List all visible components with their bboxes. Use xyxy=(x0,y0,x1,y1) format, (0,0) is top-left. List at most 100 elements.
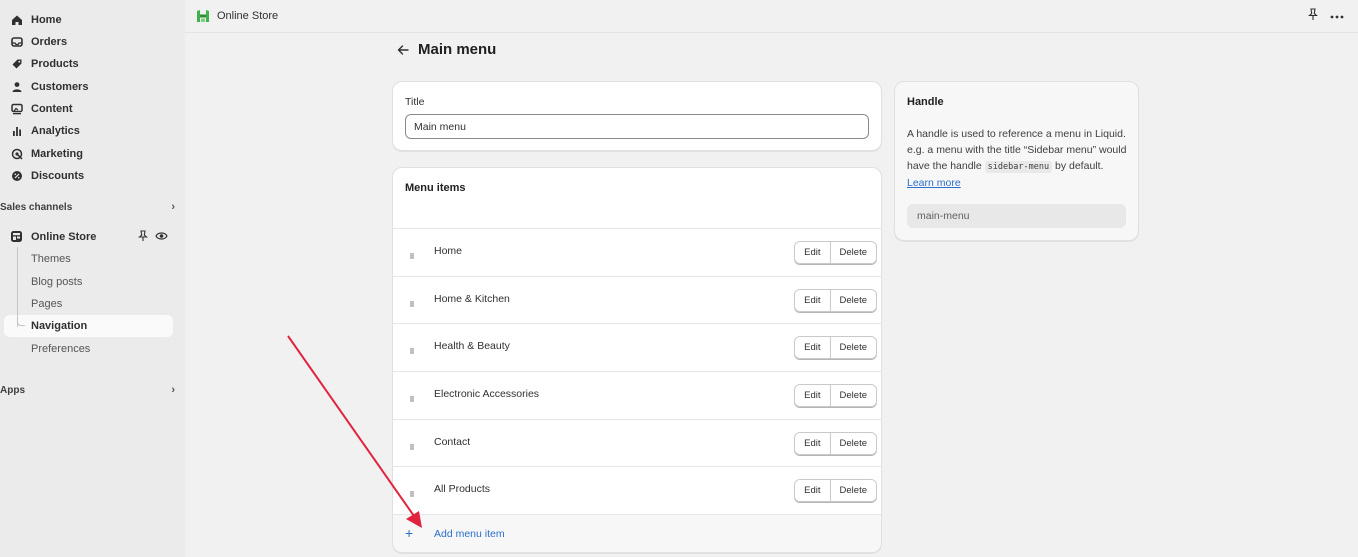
delete-button[interactable]: Delete xyxy=(830,290,876,311)
edit-button[interactable]: Edit xyxy=(795,337,831,358)
nav-preferences[interactable]: Preferences xyxy=(0,338,90,359)
topbar-actions xyxy=(1308,8,1344,24)
nav-home[interactable]: Home xyxy=(0,9,62,30)
nav-products[interactable]: Products xyxy=(0,53,79,74)
chevron-right-icon: › xyxy=(171,201,175,213)
delete-button[interactable]: Delete xyxy=(830,385,876,406)
add-menu-item-label: Add menu item xyxy=(434,528,505,540)
menu-item-row[interactable]: Health & Beauty Edit Delete xyxy=(393,323,881,371)
delete-button[interactable]: Delete xyxy=(830,480,876,501)
drag-handle-icon[interactable] xyxy=(410,488,414,497)
menu-item-row[interactable]: Contact Edit Delete xyxy=(393,419,881,467)
nav-online-store[interactable]: Online Store xyxy=(0,226,175,247)
pin-icon[interactable] xyxy=(1308,8,1318,24)
nav-themes[interactable]: Themes xyxy=(0,248,71,269)
handle-code-sample: sidebar-menu xyxy=(984,161,1053,173)
menu-item-label: Contact xyxy=(434,436,471,448)
nav-blog-posts[interactable]: Blog posts xyxy=(0,271,82,292)
drag-handle-icon[interactable] xyxy=(410,393,414,402)
sales-channels-header[interactable]: Sales channels › xyxy=(0,201,175,213)
sales-channels-label: Sales channels xyxy=(0,201,73,213)
title-card: Title xyxy=(392,81,882,151)
nav-customers[interactable]: Customers xyxy=(0,76,88,97)
menu-item-row[interactable]: Home & Kitchen Edit Delete xyxy=(393,276,881,324)
menu-item-row[interactable]: Electronic Accessories Edit Delete xyxy=(393,371,881,419)
nav-label: Home xyxy=(31,13,62,26)
nav-orders[interactable]: Orders xyxy=(0,31,67,52)
handle-description: A handle is used to reference a menu in … xyxy=(907,126,1129,191)
edit-button[interactable]: Edit xyxy=(795,480,831,501)
row-actions: Edit Delete xyxy=(794,289,877,312)
nav-label: Customers xyxy=(31,80,89,93)
chevron-right-icon: › xyxy=(171,384,175,396)
menu-item-label: All Products xyxy=(434,483,491,495)
home-icon xyxy=(10,13,23,26)
sidebar: Home Orders Products Customers Content A… xyxy=(0,0,185,557)
nav-label: Content xyxy=(31,102,73,115)
row-actions: Edit Delete xyxy=(794,479,877,502)
nav-label: Discounts xyxy=(31,169,85,182)
handle-input[interactable] xyxy=(907,204,1126,228)
apps-header[interactable]: Apps › xyxy=(0,384,175,396)
row-actions: Edit Delete xyxy=(794,336,877,359)
handle-desc-text-end: by default. xyxy=(1055,160,1104,172)
nav-label: Marketing xyxy=(31,147,83,160)
app-name: Online Store xyxy=(217,10,279,22)
handle-card: Handle A handle is used to reference a m… xyxy=(894,81,1139,241)
edit-button[interactable]: Edit xyxy=(795,385,831,406)
nav-label: Online Store xyxy=(31,230,97,243)
nav-label: Blog posts xyxy=(31,275,83,288)
menu-item-label: Health & Beauty xyxy=(434,340,510,352)
row-actions: Edit Delete xyxy=(794,432,877,455)
delete-button[interactable]: Delete xyxy=(830,337,876,358)
pin-icon[interactable] xyxy=(138,230,148,245)
drag-handle-icon[interactable] xyxy=(410,250,414,259)
discount-icon xyxy=(10,169,23,182)
eye-icon[interactable] xyxy=(155,230,168,245)
drag-handle-icon[interactable] xyxy=(410,345,414,354)
store-icon xyxy=(10,230,23,243)
drag-handle-icon[interactable] xyxy=(410,441,414,450)
nav-pages[interactable]: Pages xyxy=(0,293,62,314)
menu-item-label: Home xyxy=(434,245,463,257)
inbox-icon xyxy=(10,35,23,48)
edit-button[interactable]: Edit xyxy=(795,290,831,311)
edit-button[interactable]: Edit xyxy=(795,433,831,454)
person-icon xyxy=(10,80,23,93)
row-actions: Edit Delete xyxy=(794,384,877,407)
nav-marketing[interactable]: Marketing xyxy=(0,143,83,164)
menu-items-heading: Menu items xyxy=(405,182,466,194)
menu-item-row[interactable]: Home Edit Delete xyxy=(393,228,881,276)
drag-handle-icon[interactable] xyxy=(410,298,414,307)
title-input[interactable] xyxy=(405,114,869,139)
delete-button[interactable]: Delete xyxy=(830,433,876,454)
nav-label: Navigation xyxy=(31,319,88,332)
edit-button[interactable]: Edit xyxy=(795,242,831,263)
plus-icon: + xyxy=(405,525,414,541)
apps-label: Apps xyxy=(0,384,25,396)
bar-chart-icon xyxy=(10,124,23,137)
delete-button[interactable]: Delete xyxy=(830,242,876,263)
nav-discounts[interactable]: Discounts xyxy=(0,165,84,186)
nav-label: Orders xyxy=(31,35,68,48)
menu-items-card: Menu items Home Edit Delete Home & Kitch… xyxy=(392,167,882,553)
title-field-label: Title xyxy=(405,96,425,108)
topbar: Online Store xyxy=(185,0,1358,33)
image-icon xyxy=(10,102,23,115)
add-menu-item-button[interactable]: + Add menu item xyxy=(393,514,881,552)
nav-content[interactable]: Content xyxy=(0,98,73,119)
more-options-icon[interactable] xyxy=(1330,10,1344,22)
back-arrow-icon[interactable] xyxy=(396,42,410,58)
nav-label: Products xyxy=(31,57,79,70)
learn-more-link[interactable]: Learn more xyxy=(907,177,961,189)
nav-navigation[interactable]: Navigation xyxy=(0,315,87,336)
nav-analytics[interactable]: Analytics xyxy=(0,120,80,141)
nav-label: Preferences xyxy=(31,342,91,355)
menu-item-row[interactable]: All Products Edit Delete xyxy=(393,466,881,514)
handle-heading: Handle xyxy=(907,96,944,108)
nav-label: Themes xyxy=(31,252,71,265)
menu-item-label: Home & Kitchen xyxy=(434,293,510,305)
page-title: Main menu xyxy=(418,41,497,58)
nav-label: Analytics xyxy=(31,124,80,137)
menu-item-label: Electronic Accessories xyxy=(434,388,540,400)
